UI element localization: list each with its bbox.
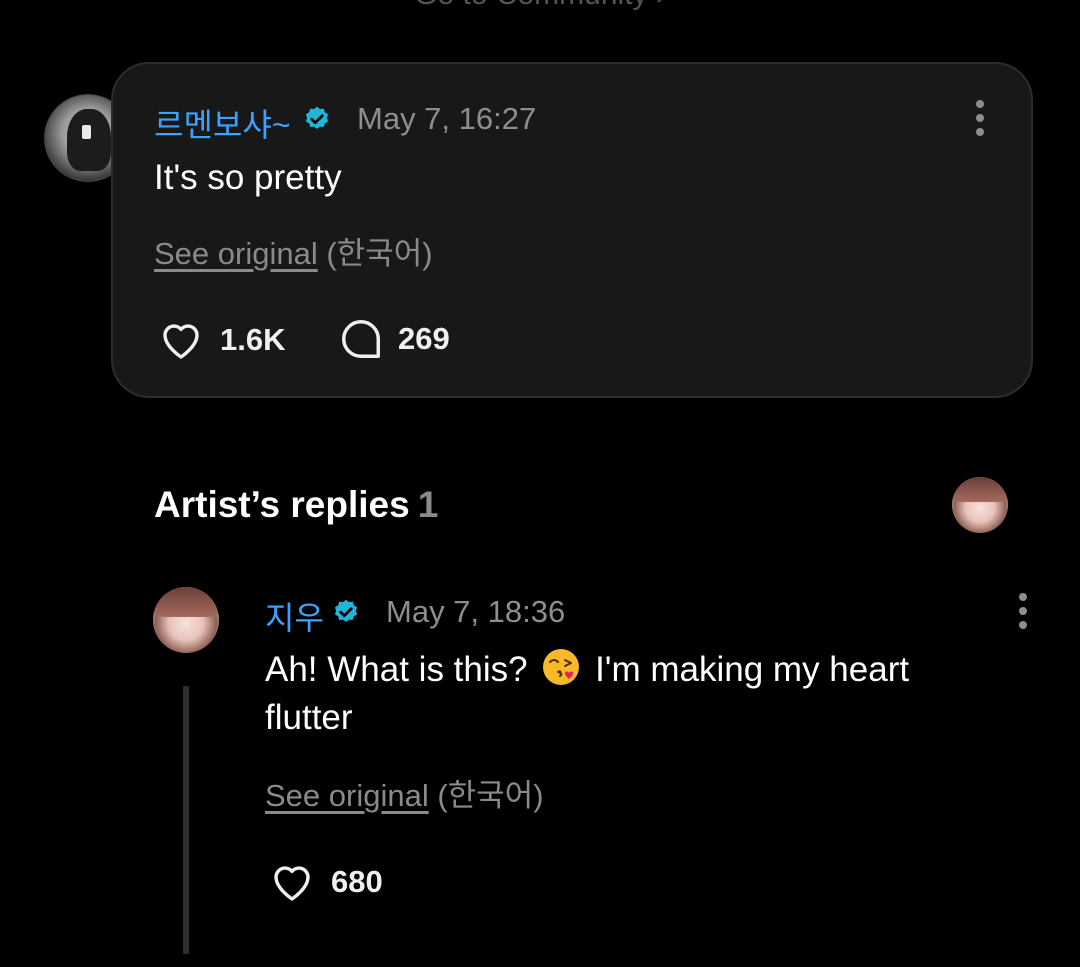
commenter-username[interactable]: 르멘보샤~: [154, 100, 290, 146]
heart-icon: [163, 324, 199, 359]
reply-like-button[interactable]: 680: [267, 858, 383, 906]
original-language-label: (한국어): [437, 778, 544, 813]
artist-reply-avatar[interactable]: [153, 587, 219, 653]
artist-replies-count: 1: [417, 484, 439, 525]
comment-reply-button[interactable]: 269: [338, 316, 450, 362]
artist-username[interactable]: 지우: [265, 593, 324, 639]
reply-like-count: 680: [331, 864, 383, 899]
kissing-face-emoji-icon: [543, 649, 580, 685]
reply-timestamp: May 7, 18:36: [386, 594, 566, 629]
speech-bubble-icon: [342, 320, 380, 358]
verified-badge-icon: [334, 599, 358, 622]
artist-replies-heading: Artist’s replies 1: [154, 484, 438, 526]
comment-more-options-icon[interactable]: [976, 100, 984, 142]
comment-text: It's so pretty: [154, 158, 342, 197]
see-original-link[interactable]: See original: [265, 778, 429, 813]
reply-text: Ah! What is this? I'm making my heart fl…: [265, 646, 985, 742]
see-original-link[interactable]: See original: [154, 236, 318, 271]
reply-text-start: Ah! What is this?: [265, 650, 528, 689]
heart-icon: [274, 866, 310, 901]
thread-line: [183, 686, 189, 954]
comment-detail-screen: Go to Community › 르멘보샤~ May 7, 16:27 It'…: [0, 0, 1080, 967]
comment-like-count: 1.6K: [220, 322, 286, 357]
verified-badge-icon: [305, 106, 329, 129]
comment-like-button[interactable]: 1.6K: [156, 316, 285, 364]
reply-more-options-icon[interactable]: [1019, 593, 1027, 635]
artist-avatar-small[interactable]: [952, 477, 1008, 533]
comment-see-original: See original (한국어): [154, 228, 433, 273]
comment-reply-count: 269: [398, 321, 450, 356]
go-to-community-link[interactable]: Go to Community ›: [0, 0, 1080, 12]
artist-replies-title: Artist’s replies: [154, 484, 410, 525]
comment-timestamp: May 7, 16:27: [357, 101, 537, 136]
reply-see-original: See original (한국어): [265, 770, 544, 815]
original-language-label: (한국어): [326, 236, 433, 271]
